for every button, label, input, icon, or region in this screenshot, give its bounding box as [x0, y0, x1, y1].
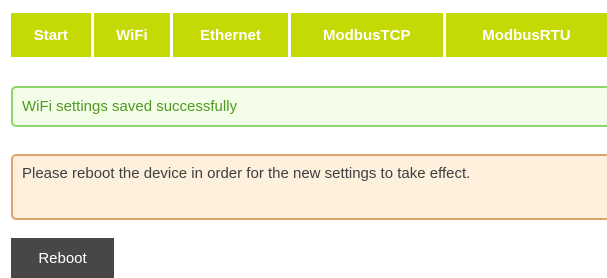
main-nav: Start WiFi Ethernet ModbusTCP ModbusRTU [11, 13, 607, 57]
success-alert: WiFi settings saved successfully [11, 86, 607, 127]
tab-ethernet[interactable]: Ethernet [173, 13, 288, 57]
warning-alert: Please reboot the device in order for th… [11, 154, 607, 220]
success-message: WiFi settings saved successfully [22, 98, 238, 115]
tab-start[interactable]: Start [11, 13, 91, 57]
warning-message: Please reboot the device in order for th… [22, 165, 471, 182]
tab-wifi[interactable]: WiFi [93, 13, 171, 57]
tab-modbusrtu[interactable]: ModbusRTU [445, 13, 607, 57]
tab-modbustcp[interactable]: ModbusTCP [290, 13, 443, 57]
reboot-button[interactable]: Reboot [11, 238, 114, 278]
page: Start WiFi Ethernet ModbusTCP ModbusRTU … [0, 0, 607, 278]
